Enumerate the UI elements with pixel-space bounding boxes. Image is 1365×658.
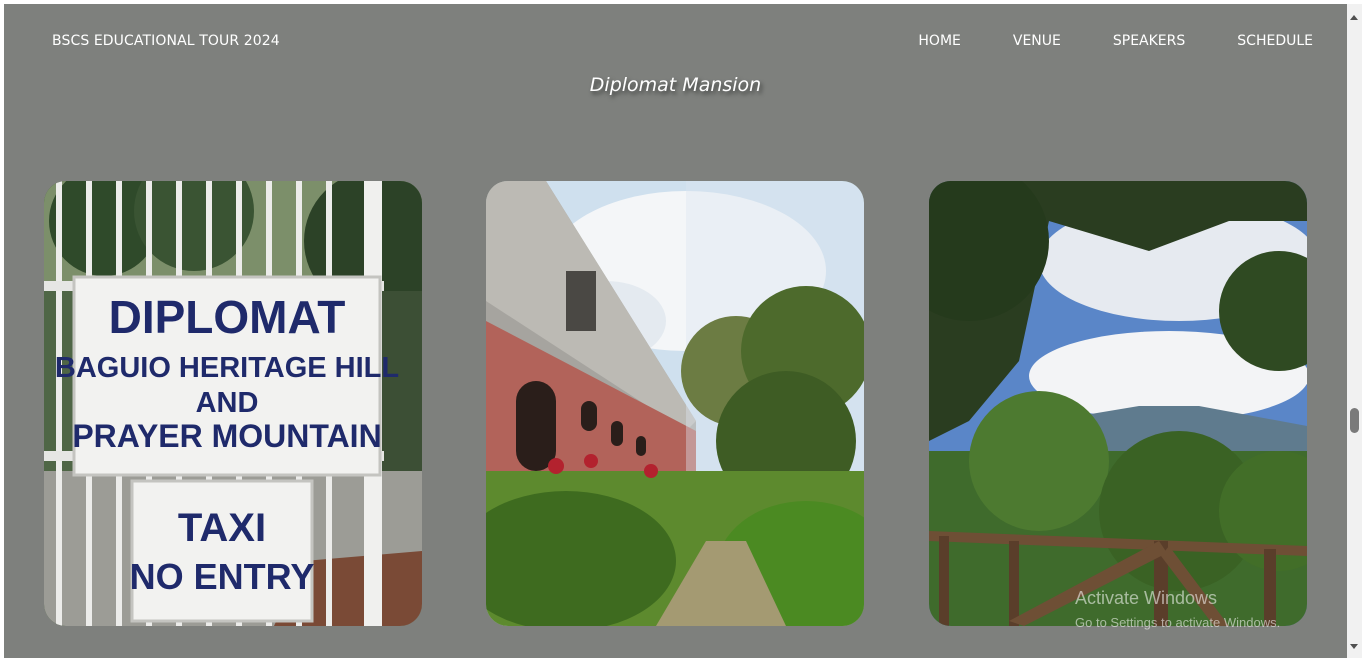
photo-mountain-view xyxy=(929,181,1307,626)
brand-title[interactable]: BSCS EDUCATIONAL TOUR 2024 xyxy=(52,33,280,49)
scroll-up-icon[interactable] xyxy=(1350,15,1358,20)
windows-watermark-subtitle: Go to Settings to activate Windows. xyxy=(1075,615,1281,630)
photo-signboard: DIPLOMAT BAGUIO HERITAGE HILL AND PRAYER… xyxy=(44,181,422,626)
sign-line-2: BAGUIO HERITAGE HILL xyxy=(55,352,399,384)
windows-watermark-title: Activate Windows xyxy=(1075,588,1218,608)
nav-venue[interactable]: VENUE xyxy=(1013,33,1061,49)
sign-no-entry: NO ENTRY xyxy=(130,556,315,597)
photo-mansion xyxy=(486,181,864,626)
nav-schedule[interactable]: SCHEDULE xyxy=(1237,33,1313,49)
scrollbar-thumb[interactable] xyxy=(1350,408,1359,433)
page: BSCS EDUCATIONAL TOUR 2024 HOME VENUE SP… xyxy=(4,4,1347,658)
scroll-down-icon[interactable] xyxy=(1350,644,1358,649)
nav-speakers[interactable]: SPEAKERS xyxy=(1113,33,1185,49)
page-title: Diplomat Mansion xyxy=(589,74,762,96)
sign-line-4: PRAYER MOUNTAIN xyxy=(72,418,381,454)
vertical-scrollbar[interactable] xyxy=(1347,4,1362,658)
sign-taxi: TAXI xyxy=(178,506,266,550)
nav-home[interactable]: HOME xyxy=(918,33,960,49)
sign-line-1: DIPLOMAT xyxy=(109,291,346,343)
sign-line-3: AND xyxy=(196,387,259,419)
main-nav: HOME VENUE SPEAKERS SCHEDULE xyxy=(918,33,1313,49)
